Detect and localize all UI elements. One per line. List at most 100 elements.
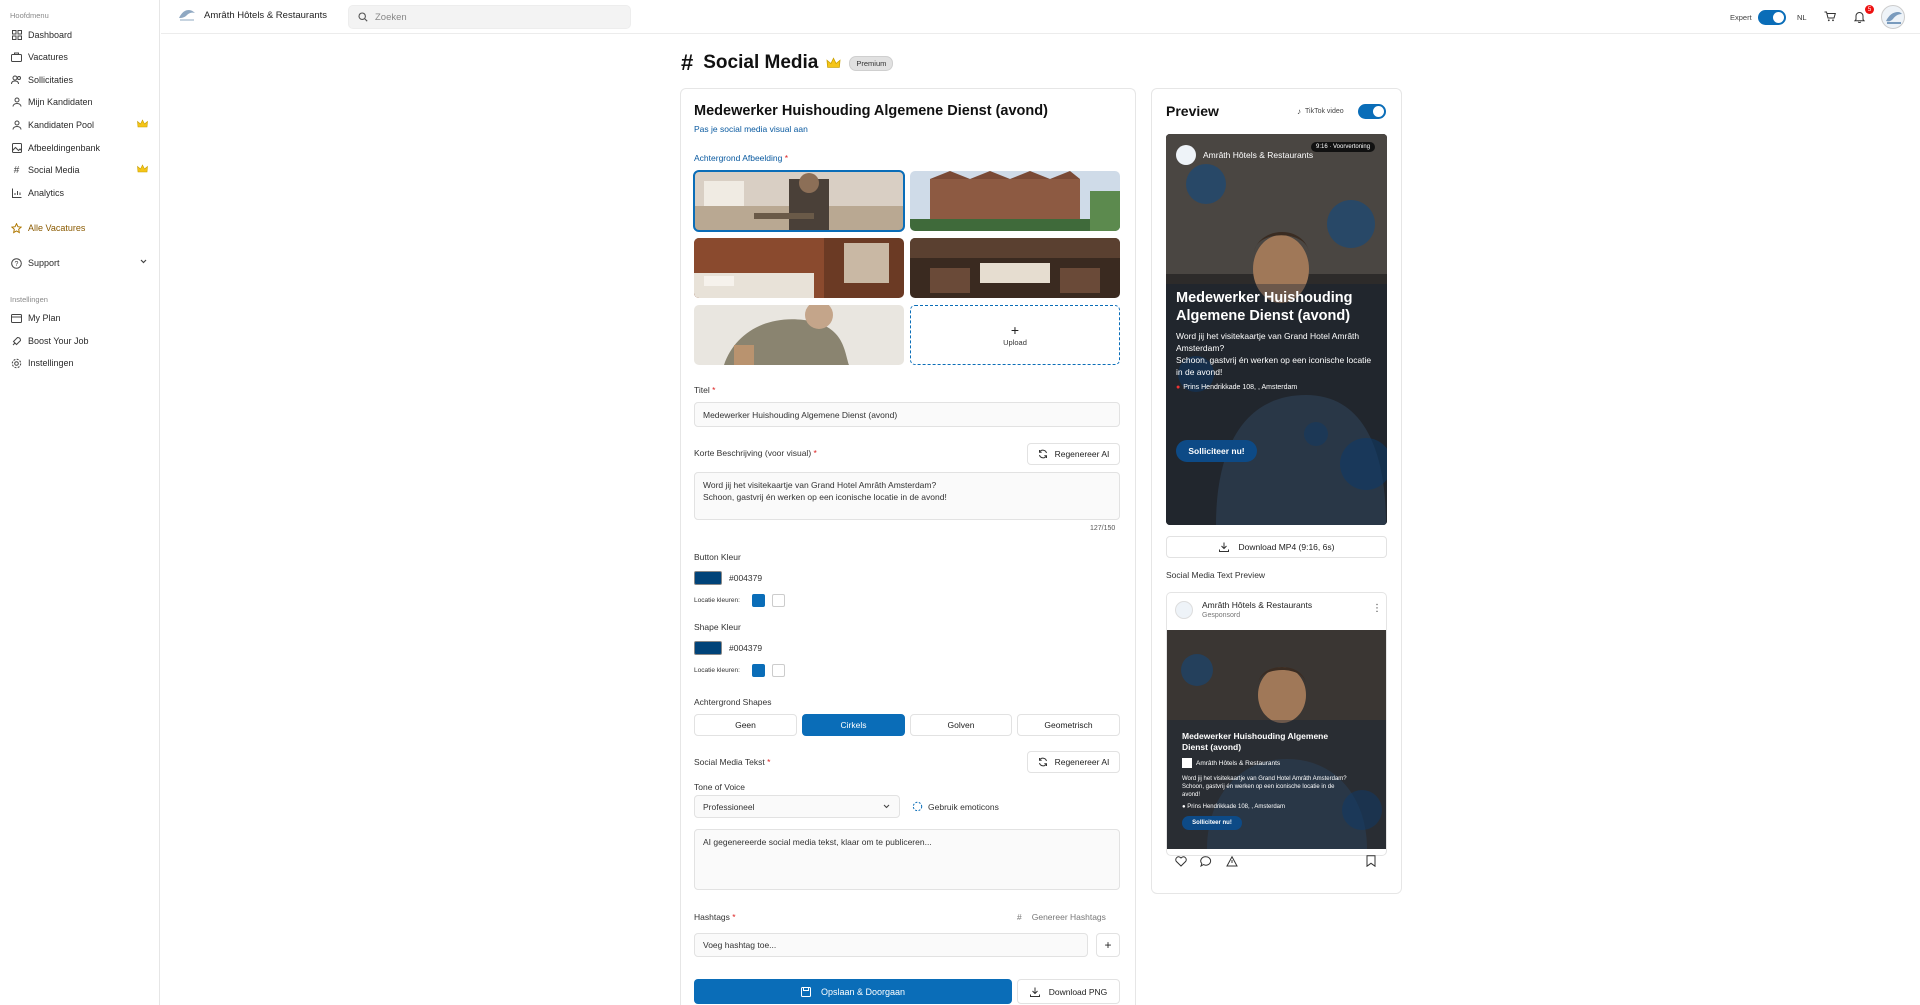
plus-icon: + (1010, 321, 1020, 338)
button-color-value[interactable]: #004379 (729, 573, 762, 583)
post-headline: Medewerker Huishouding Algemene Dienst (… (1182, 731, 1329, 752)
shape-color-value[interactable]: #004379 (729, 643, 762, 653)
sidebar-item-label: Boost Your Job (28, 336, 89, 346)
crown-icon (826, 56, 841, 70)
download-png-button[interactable]: Download PNG (1017, 979, 1120, 1004)
shape-color-swatch[interactable] (694, 641, 722, 655)
location-color-blue[interactable] (752, 664, 765, 677)
shape-option-geometrisch[interactable]: Geometrisch (1017, 714, 1120, 736)
sidebar-item-mijn-kandidaten[interactable]: Mijn Kandidaten (10, 93, 150, 111)
generate-hashtags-button[interactable]: # Genereer Hashtags (1017, 912, 1106, 922)
plan-icon (10, 312, 23, 325)
sidebar-item-label: Kandidaten Pool (28, 120, 95, 130)
preview-brand: Amrâth Hôtels & Restaurants (1203, 150, 1314, 160)
save-continue-button[interactable]: Opslaan & Doorgaan (694, 979, 1012, 1004)
sidebar-item-label: Support (28, 258, 60, 268)
hashtag-input[interactable]: Voeg hashtag toe... (694, 933, 1088, 957)
chevron-down-icon (882, 802, 891, 811)
sidebar-item-alle-vacatures[interactable]: Alle Vacatures (10, 219, 150, 237)
tone-select[interactable]: Professioneel (694, 795, 900, 818)
sidebar-item-kandidaten-pool[interactable]: Kandidaten Pool (10, 116, 150, 134)
add-hashtag-button[interactable]: + (1096, 933, 1120, 957)
shape-option-cirkels[interactable]: Cirkels (802, 714, 905, 736)
upload-image-button[interactable]: + Upload (910, 305, 1120, 365)
preview-title: Preview (1166, 103, 1219, 119)
sidebar-section-settings: Instellingen (10, 295, 48, 304)
sidebar-item-afbeeldingenbank[interactable]: Afbeeldingenbank (10, 139, 150, 157)
post-sponsored: Gesponsord (1202, 612, 1241, 619)
regenerate-ai-label: Regenereer AI (1054, 449, 1110, 459)
user-icon (10, 119, 23, 132)
sidebar-item-analytics[interactable]: Analytics (10, 184, 150, 202)
editor-subtitle: Pas je social media visual aan (694, 124, 808, 134)
preview-address-text: Prins Hendrikkade 108, , Amsterdam (1183, 384, 1298, 391)
post-desc: Word jij het visitekaartje van Grand Hot… (1182, 775, 1352, 799)
download-icon (1218, 542, 1229, 552)
title-input[interactable]: Medewerker Huishouding Algemene Dienst (… (694, 402, 1120, 427)
upload-label: Upload (1003, 337, 1027, 347)
brand-name: Amrâth Hôtels & Restaurants (204, 9, 328, 21)
preview-desc: Word jij het visitekaartje van Grand Hot… (1176, 330, 1376, 378)
bookmark-icon[interactable] (1366, 855, 1376, 870)
tiktok-video-toggle[interactable] (1358, 104, 1386, 119)
post-brand: Amrâth Hôtels & Restaurants (1202, 600, 1313, 610)
sidebar-item-my-plan[interactable]: My Plan (10, 309, 150, 327)
sidebar-item-dashboard[interactable]: Dashboard (10, 26, 150, 44)
social-text-textarea[interactable]: AI gegenereerde social media tekst, klaa… (694, 829, 1120, 890)
brand[interactable]: Amrâth Hôtels & Restaurants (178, 8, 327, 22)
post-avatar (1175, 601, 1193, 619)
tone-value: Professioneel (703, 801, 755, 812)
help-circle-icon: ? (10, 257, 23, 270)
location-color-white[interactable] (772, 664, 785, 677)
location-pin-icon: ● (1176, 384, 1181, 391)
expert-toggle[interactable] (1758, 10, 1786, 25)
gear-icon (10, 357, 23, 370)
generate-hashtags-label: Genereer Hashtags (1031, 912, 1106, 922)
download-icon (1029, 987, 1040, 997)
sidebar-item-vacatures[interactable]: Vacatures (10, 48, 150, 66)
bg-thumb-2[interactable] (910, 171, 1120, 231)
sidebar-item-social-media[interactable]: # Social Media (10, 161, 150, 179)
bg-thumb-1[interactable] (693, 170, 905, 232)
job-title-heading: Medewerker Huishouding Algemene Dienst (… (694, 103, 1048, 119)
sidebar-item-label: Afbeeldingenbank (28, 143, 101, 153)
bg-image-label: Achtergrond Afbeelding * (694, 153, 789, 163)
button-color-swatch[interactable] (694, 571, 722, 585)
share-icon[interactable] (1226, 855, 1238, 870)
sidebar-item-label: Analytics (28, 188, 65, 198)
sidebar-item-support[interactable]: ? Support (10, 254, 150, 272)
hash-icon: # (1017, 912, 1022, 922)
brand-logo-icon (179, 10, 195, 21)
more-vertical-icon[interactable]: ⋮ (1372, 603, 1382, 614)
sidebar-item-boost-your-job[interactable]: Boost Your Job (10, 332, 150, 350)
location-color-blue[interactable] (752, 594, 765, 607)
regenerate-ai-button[interactable]: Regenereer AI (1027, 751, 1120, 773)
users-icon (10, 74, 23, 87)
regenerate-ai-button[interactable]: Regenereer AI (1027, 443, 1120, 465)
search-input[interactable]: Zoeken (348, 5, 631, 29)
shape-option-geen[interactable]: Geen (694, 714, 797, 736)
heart-icon[interactable] (1175, 856, 1187, 870)
image-icon (10, 142, 23, 155)
sidebar-item-sollicitaties[interactable]: Sollicitaties (10, 71, 150, 89)
download-png-label: Download PNG (1048, 986, 1108, 997)
bg-thumb-3[interactable] (694, 238, 904, 298)
bg-thumb-4[interactable] (910, 238, 1120, 298)
star-icon (10, 222, 23, 235)
emoticons-checkbox[interactable]: Gebruik emoticons (912, 801, 999, 812)
sidebar-item-instellingen[interactable]: Instellingen (10, 354, 150, 372)
crown-icon (137, 119, 148, 131)
save-continue-label: Opslaan & Doorgaan (820, 986, 906, 997)
comment-icon[interactable] (1200, 856, 1212, 870)
shape-option-golven[interactable]: Golven (910, 714, 1012, 736)
cart-icon[interactable] (1824, 11, 1836, 25)
download-mp4-button[interactable]: Download MP4 (9:16, 6s) (1166, 536, 1387, 558)
sidebar-item-label: Dashboard (28, 30, 73, 40)
avatar[interactable] (1881, 5, 1905, 29)
language-switch[interactable]: NL (1797, 13, 1807, 22)
bg-thumb-5[interactable] (694, 305, 904, 365)
bar-chart-icon (10, 187, 23, 200)
location-color-white[interactable] (772, 594, 785, 607)
short-desc-textarea[interactable]: Word jij het visitekaartje van Grand Hot… (694, 472, 1120, 520)
bell-icon[interactable] (1853, 11, 1866, 26)
